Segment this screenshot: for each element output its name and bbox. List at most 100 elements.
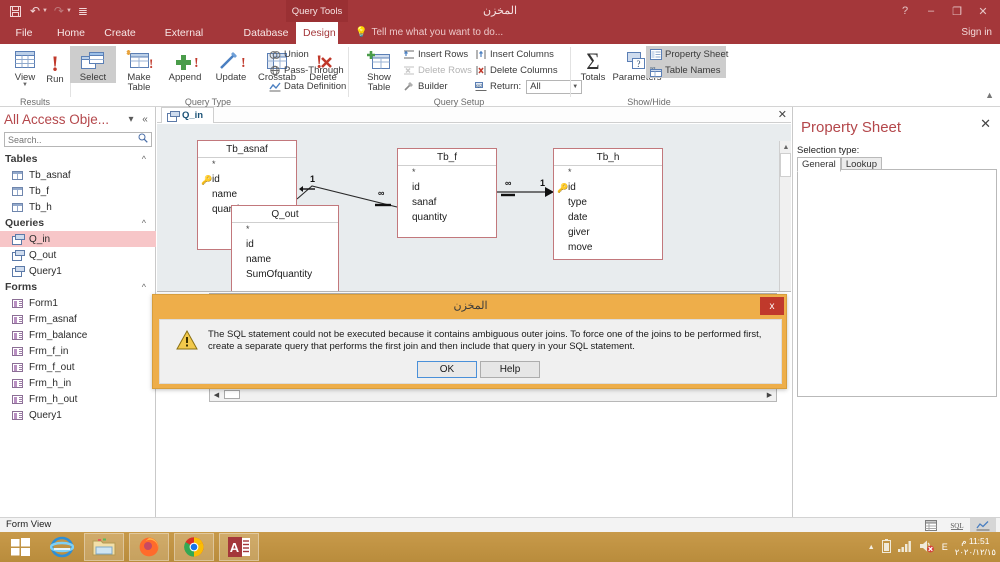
language-indicator[interactable]: E — [942, 542, 948, 552]
sidebar-item-tb-f[interactable]: Tb_f — [0, 183, 156, 199]
chevron-up-icon[interactable]: ^ — [142, 282, 146, 292]
scroll-up-icon[interactable]: ▲ — [780, 141, 791, 153]
search-box[interactable] — [4, 132, 152, 147]
save-icon[interactable] — [6, 1, 24, 21]
field-asterisk[interactable]: * — [198, 158, 296, 172]
select-query-button[interactable]: Select — [70, 46, 116, 83]
sidebar-item-frm-f-out[interactable]: Frm_f_out — [0, 359, 156, 375]
delete-columns-button[interactable]: Delete Columns — [474, 63, 558, 78]
start-button[interactable] — [0, 533, 40, 561]
append-query-button[interactable]: ! Append — [162, 46, 208, 83]
dialog-close-button[interactable]: x — [760, 297, 784, 315]
field-date[interactable]: date — [554, 210, 662, 225]
close-icon[interactable]: ✕ — [970, 0, 996, 22]
internet-explorer-icon[interactable] — [42, 533, 82, 561]
collapse-nav-pane-icon[interactable]: « — [138, 114, 152, 125]
tab-design[interactable]: Design — [296, 22, 338, 44]
field-name[interactable]: name — [232, 252, 338, 267]
customize-qat-icon[interactable]: ≣ — [74, 1, 92, 21]
battery-icon[interactable] — [881, 538, 891, 556]
restore-icon[interactable]: ❐ — [944, 0, 970, 22]
update-query-button[interactable]: ! Update — [208, 46, 254, 83]
tab-q-in[interactable]: Q_in — [161, 107, 215, 123]
sidebar-item-tb-h[interactable]: Tb_h — [0, 199, 156, 215]
minimize-icon[interactable]: – — [918, 0, 944, 22]
firefox-icon[interactable] — [129, 533, 169, 561]
field-id[interactable]: id — [232, 237, 338, 252]
field-asterisk[interactable]: * — [554, 166, 662, 180]
search-icon[interactable] — [135, 133, 151, 146]
insert-rows-button[interactable]: Insert Rows — [402, 47, 468, 62]
table-names-button[interactable]: xyz Table Names — [649, 63, 720, 78]
tab-general[interactable]: General — [797, 157, 841, 172]
sidebar-item-frm-h-out[interactable]: Frm_h_out — [0, 391, 156, 407]
tab-external-data[interactable]: External Data — [146, 22, 222, 61]
chevron-up-icon[interactable]: ^ — [142, 218, 146, 228]
totals-button[interactable]: Σ Totals — [570, 46, 616, 83]
field-type[interactable]: type — [554, 195, 662, 210]
clock[interactable]: 11:51 م ٢٠٢٠/١٢/١٥ — [955, 536, 996, 558]
field-asterisk[interactable]: * — [398, 166, 496, 180]
nav-group-tables[interactable]: Tables ^ — [0, 151, 156, 167]
datasheet-view-icon[interactable] — [918, 518, 944, 532]
pass-through-button[interactable]: Pass-Through — [268, 63, 344, 78]
show-hidden-icons-icon[interactable]: ▲ — [868, 544, 875, 551]
chrome-icon[interactable] — [174, 533, 214, 561]
scrollbar-thumb[interactable] — [780, 153, 791, 177]
search-input[interactable] — [5, 133, 135, 146]
volume-muted-icon[interactable] — [919, 539, 935, 556]
tell-me-search[interactable]: 💡 Tell me what you want to do... — [355, 22, 503, 44]
help-button[interactable]: Help — [480, 361, 540, 378]
nav-group-forms[interactable]: Forms ^ — [0, 279, 156, 295]
undo-dropdown-icon[interactable]: ▼ — [42, 8, 48, 14]
builder-button[interactable]: Builder — [402, 79, 448, 94]
design-table-tb-f[interactable]: Tb_f * id sanaf quantity — [397, 148, 497, 238]
sidebar-item-query1[interactable]: Query1 — [0, 263, 156, 279]
make-table-button[interactable]: ! Make Table — [116, 46, 162, 92]
field-giver[interactable]: giver — [554, 225, 662, 240]
union-button[interactable]: Union — [268, 47, 309, 62]
scroll-right-icon[interactable]: ▶ — [763, 389, 776, 400]
sidebar-item-frm-asnaf[interactable]: Frm_asnaf — [0, 311, 156, 327]
tab-file[interactable]: File — [8, 22, 40, 44]
field-id[interactable]: 🔑 id — [554, 180, 662, 195]
grid-horizontal-scrollbar[interactable]: ◀ ▶ — [209, 389, 777, 402]
design-view-icon[interactable] — [970, 518, 996, 532]
field-sanaf[interactable]: sanaf — [398, 195, 496, 210]
sidebar-item-form1[interactable]: Form1 — [0, 295, 156, 311]
redo-dropdown-icon[interactable]: ▼ — [66, 8, 72, 14]
field-id[interactable]: id — [398, 180, 496, 195]
scrollbar-thumb[interactable] — [224, 390, 240, 399]
access-icon[interactable]: A — [219, 533, 259, 561]
insert-columns-button[interactable]: Insert Columns — [474, 47, 554, 62]
field-asterisk[interactable]: * — [232, 223, 338, 237]
sidebar-item-q-in[interactable]: Q_in — [0, 231, 156, 247]
field-move[interactable]: move — [554, 240, 662, 255]
tab-create[interactable]: Create — [96, 22, 144, 44]
nav-group-queries[interactable]: Queries ^ — [0, 215, 156, 231]
query-design-surface[interactable]: 1 ∞ ∞ 1 Tb_asnaf * 🔑 id name quantity Tb… — [157, 124, 791, 292]
sidebar-item-q-out[interactable]: Q_out — [0, 247, 156, 263]
property-sheet-button[interactable]: Property Sheet — [649, 47, 728, 62]
close-document-icon[interactable]: ✕ — [778, 108, 787, 121]
show-table-button[interactable]: Show Table — [356, 46, 402, 92]
sql-view-icon[interactable]: SQL — [944, 518, 970, 532]
sidebar-item-frm-balance[interactable]: Frm_balance — [0, 327, 156, 343]
field-quantity[interactable]: quantity — [398, 210, 496, 225]
navigation-menu-icon[interactable]: ▾ — [124, 114, 138, 125]
field-id[interactable]: 🔑 id — [198, 172, 296, 187]
ok-button[interactable]: OK — [417, 361, 477, 378]
field-name[interactable]: name — [198, 187, 296, 202]
design-surface-scrollbar[interactable]: ▲ ▼ — [779, 141, 791, 291]
help-icon[interactable]: ? — [892, 0, 918, 22]
design-table-tb-h[interactable]: Tb_h * 🔑 id type date giver move — [553, 148, 663, 260]
chevron-up-icon[interactable]: ^ — [142, 154, 146, 164]
close-icon[interactable]: ✕ — [980, 116, 991, 132]
sidebar-item-frm-f-in[interactable]: Frm_f_in — [0, 343, 156, 359]
scroll-left-icon[interactable]: ◀ — [210, 389, 223, 400]
sidebar-item-tb-asnaf[interactable]: Tb_asnaf — [0, 167, 156, 183]
collapse-ribbon-icon[interactable]: ▲ — [985, 90, 994, 100]
sidebar-item-query1-form[interactable]: Query1 — [0, 407, 156, 423]
file-explorer-icon[interactable] — [84, 533, 124, 561]
network-icon[interactable] — [897, 540, 912, 555]
